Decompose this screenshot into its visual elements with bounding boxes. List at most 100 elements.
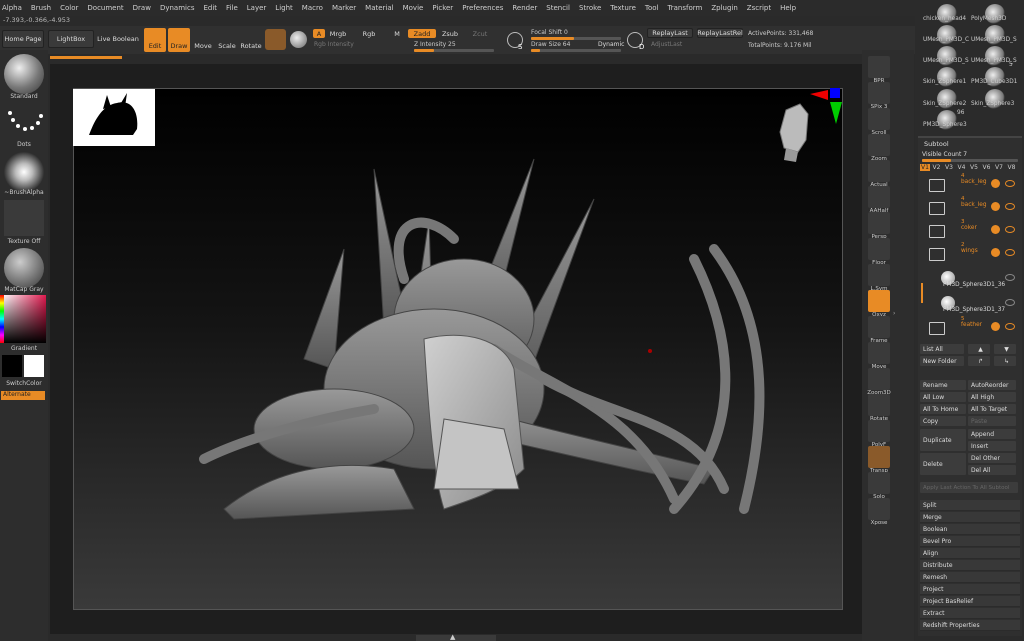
all-low-button[interactable]: All Low — [920, 392, 966, 402]
zcut-button[interactable]: Zcut — [472, 29, 488, 38]
duplicate-button[interactable]: Duplicate — [920, 429, 966, 451]
subtool-row[interactable]: 4 back_leg — [921, 173, 1021, 195]
menu-draw[interactable]: Draw — [133, 4, 151, 12]
actual-button[interactable] — [868, 160, 890, 182]
lightbox-button[interactable]: LightBox — [48, 30, 94, 48]
rotate-view-button[interactable] — [868, 394, 890, 416]
eye-icon[interactable] — [1005, 323, 1015, 330]
subtool-menu-split[interactable]: Split — [920, 500, 1020, 511]
version-tab-v2[interactable]: V2 — [933, 164, 941, 171]
navigator-thumbnail[interactable] — [73, 89, 155, 146]
menu-tool[interactable]: Tool — [645, 4, 659, 12]
all-high-button[interactable]: All High — [968, 392, 1016, 402]
visible-count-slider[interactable] — [922, 159, 1018, 162]
menu-file[interactable]: File — [226, 4, 238, 12]
menu-layer[interactable]: Layer — [247, 4, 267, 12]
gear-icon[interactable] — [991, 248, 1000, 257]
version-tab-v7[interactable]: V7 — [995, 164, 1003, 171]
menu-macro[interactable]: Macro — [302, 4, 323, 12]
lsym-button[interactable] — [868, 264, 890, 286]
del-all-button[interactable]: Del All — [968, 465, 1016, 475]
menu-document[interactable]: Document — [87, 4, 123, 12]
transp-button[interactable] — [868, 446, 890, 468]
menu-stroke[interactable]: Stroke — [579, 4, 601, 12]
zoom3d-button[interactable] — [868, 368, 890, 390]
spix-button[interactable] — [868, 82, 890, 104]
shelf-collapse-arrow-icon[interactable]: › — [893, 310, 898, 330]
subtool-menu-boolean[interactable]: Boolean — [920, 524, 1020, 535]
move-down-folder-arrow-icon[interactable]: ↳ — [994, 356, 1016, 366]
switch-color-button[interactable]: SwitchColor — [0, 380, 48, 387]
copy-button[interactable]: Copy — [920, 416, 966, 426]
apply-last-action-button[interactable]: Apply Last Action To All Subtool — [920, 482, 1018, 493]
version-tab-v3[interactable]: V3 — [945, 164, 953, 171]
mrgb-button[interactable]: Mrgb — [327, 29, 349, 38]
menu-light[interactable]: Light — [275, 4, 292, 12]
alternate-button[interactable]: Alternate — [1, 391, 45, 400]
menu-preferences[interactable]: Preferences — [462, 4, 503, 12]
rename-button[interactable]: Rename — [920, 380, 966, 390]
move-up-folder-arrow-icon[interactable]: ↱ — [968, 356, 990, 366]
xpose-button[interactable] — [868, 498, 890, 520]
menu-color[interactable]: Color — [60, 4, 78, 12]
list-all-button[interactable]: List All — [920, 344, 964, 354]
menu-brush[interactable]: Brush — [31, 4, 51, 12]
subtool-menu-remesh[interactable]: Remesh — [920, 572, 1020, 583]
menu-texture[interactable]: Texture — [610, 4, 636, 12]
menu-stencil[interactable]: Stencil — [546, 4, 570, 12]
menu-picker[interactable]: Picker — [432, 4, 453, 12]
3d-viewport[interactable] — [73, 88, 843, 610]
bottom-shelf-handle[interactable] — [416, 635, 496, 641]
edit-button[interactable]: Edit — [144, 28, 166, 52]
zsub-button[interactable]: Zsub — [439, 29, 461, 38]
subtool-row[interactable]: PM3D_Sphere3D1_36 — [921, 269, 1021, 289]
subtool-menu-project-basrelief[interactable]: Project BasRelief — [920, 596, 1020, 607]
paste-button[interactable]: Paste — [968, 416, 1016, 426]
move-down-arrow-icon[interactable]: ▼ — [994, 344, 1016, 354]
subtool-title[interactable]: Subtool — [924, 140, 949, 148]
persp-button[interactable] — [868, 212, 890, 234]
menu-zscript[interactable]: Zscript — [747, 4, 771, 12]
menu-zplugin[interactable]: Zplugin — [711, 4, 737, 12]
primary-color-swatch[interactable] — [24, 355, 44, 377]
a-toggle-button[interactable]: A — [313, 29, 325, 38]
home-page-button[interactable]: Home Page — [2, 30, 44, 48]
menu-dynamics[interactable]: Dynamics — [160, 4, 195, 12]
subtool-menu-align[interactable]: Align — [920, 548, 1020, 559]
subtool-menu-distribute[interactable]: Distribute — [920, 560, 1020, 571]
subtool-row[interactable]: 2 wings — [921, 242, 1021, 264]
menu-alpha[interactable]: Alpha — [2, 4, 22, 12]
move-button[interactable]: Move — [192, 28, 214, 52]
draw-button[interactable]: Draw — [168, 28, 190, 52]
scale-button[interactable]: Scale — [216, 28, 238, 52]
subtool-menu-redshift-properties[interactable]: Redshift Properties — [920, 620, 1020, 631]
brush-alpha-icon[interactable] — [4, 152, 44, 192]
eye-icon[interactable] — [1005, 299, 1015, 306]
all-to-home-button[interactable]: All To Home — [920, 404, 966, 414]
menu-marker[interactable]: Marker — [332, 4, 356, 12]
subtool-menu-merge[interactable]: Merge — [920, 512, 1020, 523]
subtool-menu-bevel-pro[interactable]: Bevel Pro — [920, 536, 1020, 547]
frame-button[interactable] — [868, 316, 890, 338]
version-tab-v4[interactable]: V4 — [958, 164, 966, 171]
standard-brush-icon[interactable] — [4, 54, 44, 94]
material-swatch-icon[interactable] — [265, 29, 286, 50]
eye-icon[interactable] — [1005, 180, 1015, 187]
xyz-button[interactable] — [868, 290, 890, 312]
rotate-button[interactable]: Rotate — [240, 28, 262, 52]
m-button[interactable]: M — [392, 29, 402, 38]
gear-icon[interactable] — [991, 179, 1000, 188]
eye-icon[interactable] — [1005, 249, 1015, 256]
del-other-button[interactable]: Del Other — [968, 453, 1016, 463]
adjust-last-button[interactable]: AdjustLast — [651, 41, 682, 48]
replay-last-rel-button[interactable]: ReplayLastRel — [697, 28, 743, 38]
dynamic-button[interactable]: Dynamic — [598, 41, 624, 48]
floor-button[interactable] — [868, 238, 890, 260]
subtool-row[interactable]: 5 feather — [921, 316, 1021, 338]
replay-last-button[interactable]: ReplayLast — [647, 28, 693, 38]
all-to-target-button[interactable]: All To Target — [968, 404, 1016, 414]
polyf-button[interactable] — [868, 420, 890, 442]
z-intensity-slider[interactable] — [414, 49, 494, 52]
gear-icon[interactable] — [991, 322, 1000, 331]
version-tab-v1[interactable]: V1 — [920, 164, 930, 171]
